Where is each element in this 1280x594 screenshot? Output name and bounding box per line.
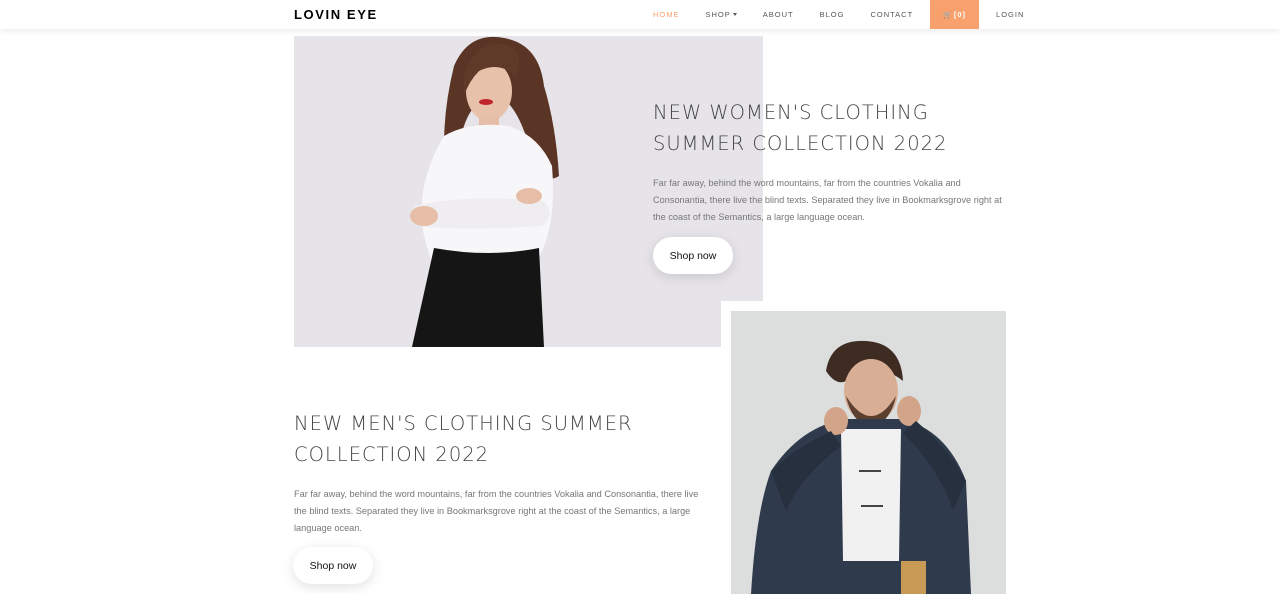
men-collection-photo	[731, 311, 1006, 594]
women-collection-text: Far far away, behind the word mountains,…	[653, 178, 1002, 222]
brand-logo[interactable]: LOVIN EYE	[294, 7, 378, 22]
nav-login[interactable]: LOGIN	[983, 0, 1037, 29]
men-collection-title: NEW MEN'S CLOTHING SUMMER COLLECTION 202…	[294, 412, 633, 466]
cart-icon: 🛒	[943, 12, 953, 19]
caret-down-icon	[732, 12, 737, 16]
nav-shop[interactable]: SHOP	[693, 0, 750, 29]
nav-about[interactable]: ABOUT	[750, 0, 807, 29]
top-navbar: LOVIN EYE HOME SHOP ABOUT BLOG CONTACT 🛒…	[0, 0, 1280, 29]
nav-cart[interactable]: 🛒[0]	[930, 0, 980, 29]
nav-blog[interactable]: BLOG	[807, 0, 858, 29]
nav-home[interactable]: HOME	[640, 0, 693, 29]
nav-contact[interactable]: CONTACT	[857, 0, 926, 29]
women-collection-title: NEW WOMEN'S CLOTHING SUMMER COLLECTION 2…	[653, 101, 948, 155]
cart-count: [0]	[953, 10, 967, 19]
nav-shop-label: SHOP	[705, 10, 731, 19]
main-nav: HOME SHOP ABOUT BLOG CONTACT 🛒[0] LOGIN	[640, 0, 1037, 29]
men-collection-text: Far far away, behind the word mountains,…	[294, 489, 699, 533]
women-shop-now-button[interactable]: Shop now	[653, 237, 733, 274]
men-shop-now-button[interactable]: Shop now	[293, 547, 373, 584]
